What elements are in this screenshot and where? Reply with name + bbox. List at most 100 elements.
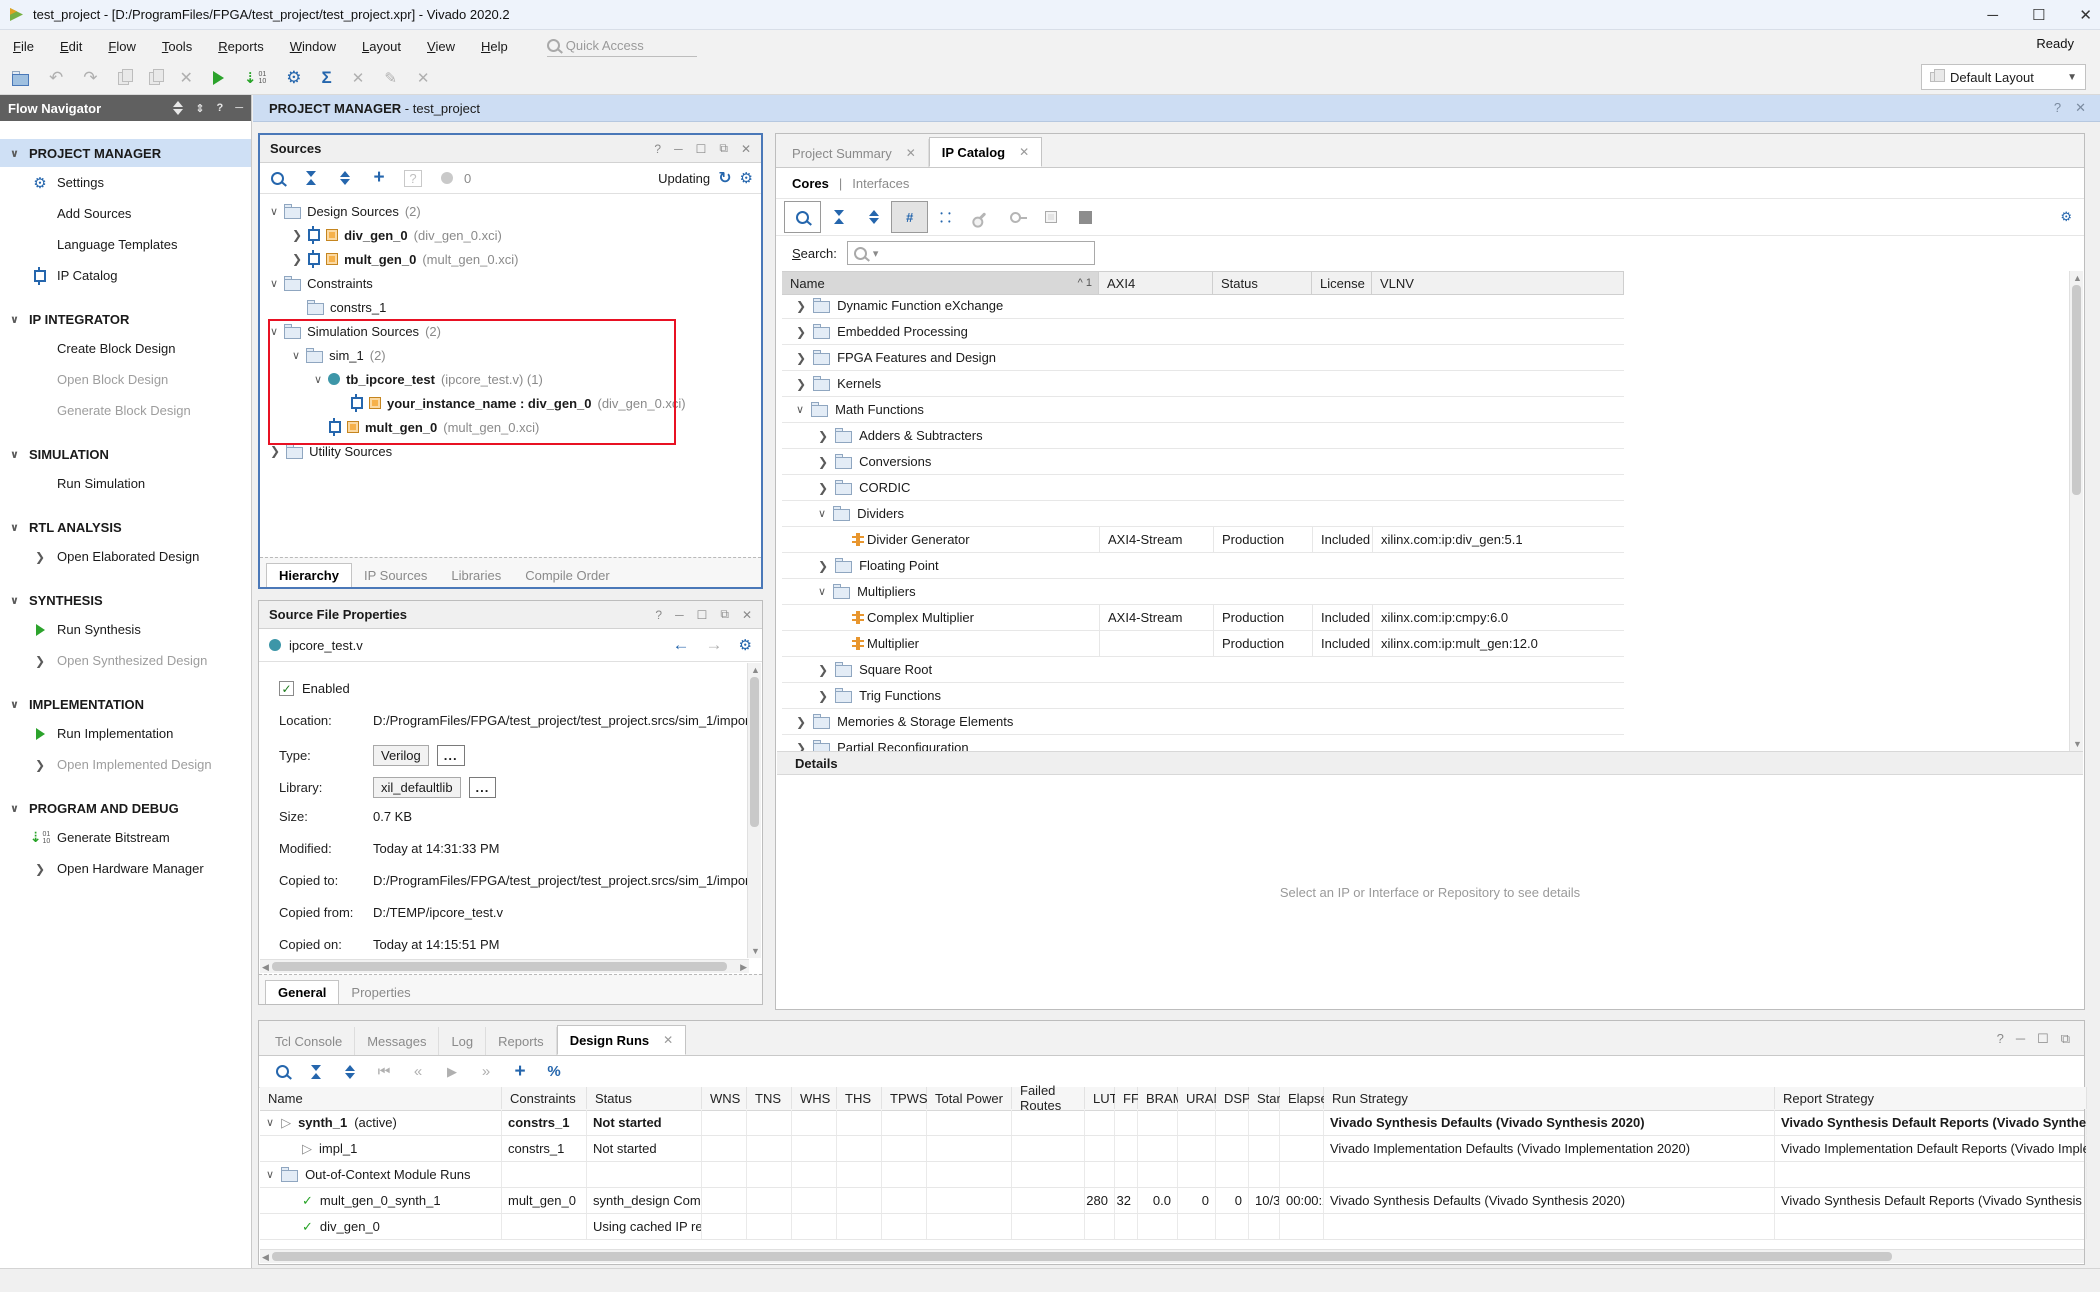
expand-all-icon[interactable] (856, 202, 891, 232)
property-value-box[interactable]: xil_defaultlib (373, 777, 461, 798)
run-row-mult-gen-0-synth-1[interactable]: ✓mult_gen_0_synth_1mult_gen_0synth_desig… (260, 1188, 2084, 1214)
tree-collapsed-icon[interactable]: ❯ (818, 481, 828, 495)
add-sources-icon[interactable]: + (362, 163, 396, 193)
help-icon[interactable]: ? (2054, 100, 2061, 116)
column-header-tpws[interactable]: TPWS (882, 1087, 927, 1109)
tree-expanded-icon[interactable]: ∨ (818, 507, 826, 520)
column-header-uram[interactable]: URAM (1178, 1087, 1216, 1109)
search-icon[interactable] (265, 1058, 299, 1086)
column-header-status[interactable]: Status (1213, 272, 1312, 294)
tab-project-summary[interactable]: Project Summary✕ (780, 139, 929, 167)
ip-row-complex-multiplier[interactable]: Complex MultiplierAXI4-StreamProductionI… (782, 605, 1624, 631)
sidebar-section-synthesis[interactable]: ∨SYNTHESIS (0, 586, 251, 614)
column-header-ff[interactable]: FF (1115, 1087, 1138, 1109)
column-header-ths[interactable]: THS (837, 1087, 882, 1109)
ip-row-kernels[interactable]: ❯Kernels (782, 371, 1624, 397)
sidebar-item-settings[interactable]: ⚙Settings (0, 167, 251, 198)
tree-collapsed-icon[interactable]: ❯ (818, 663, 828, 677)
tree-collapsed-icon[interactable]: ❯ (796, 351, 806, 365)
tree-collapsed-icon[interactable]: ❯ (818, 455, 828, 469)
close-button[interactable]: ✕ (2079, 6, 2092, 24)
column-header-lut[interactable]: LUT (1085, 1087, 1115, 1109)
run-icon[interactable] (213, 71, 224, 85)
filter-icon[interactable]: # (891, 201, 928, 233)
tab-ip-sources[interactable]: IP Sources (352, 564, 439, 587)
more-button[interactable]: ... (437, 745, 465, 766)
column-header-vlnv[interactable]: VLNV (1372, 272, 1624, 294)
tree-collapsed-icon[interactable]: ❯ (796, 299, 806, 313)
column-header-run_strategy[interactable]: Run Strategy (1324, 1087, 1775, 1109)
column-header-wns[interactable]: WNS (702, 1087, 747, 1109)
minimize-panel-icon[interactable]: ─ (235, 102, 243, 114)
help-icon[interactable]: ? (655, 608, 662, 622)
column-header-license[interactable]: License (1312, 272, 1372, 294)
tree-collapsed-icon[interactable]: ❯ (270, 444, 280, 458)
column-header-dsp[interactable]: DSP (1216, 1087, 1249, 1109)
sources-title-bar[interactable]: Sources ? ─ ☐ ⧉ ✕ (260, 135, 761, 163)
ip-search-input[interactable]: ▾ (847, 241, 1095, 265)
sidebar-item-ip-catalog[interactable]: IP Catalog (0, 260, 251, 291)
tab-ip-catalog[interactable]: IP Catalog✕ (929, 137, 1042, 167)
group-by-hierarchy-icon[interactable]: ⸬ (928, 202, 963, 232)
ip-row-adders-subtracters[interactable]: ❯Adders & Subtracters (782, 423, 1624, 449)
ip-row-dividers[interactable]: ∨Dividers (782, 501, 1624, 527)
create-run-icon[interactable]: + (503, 1058, 537, 1086)
tree-item-tb-ipcore-test[interactable]: ∨tb_ipcore_test (ipcore_test.v) (1) (262, 367, 747, 391)
ip-row-cordic[interactable]: ❯CORDIC (782, 475, 1624, 501)
more-button[interactable]: ... (469, 777, 497, 798)
tree-item-constrs-1[interactable]: constrs_1 (262, 295, 747, 319)
menu-file[interactable]: File (0, 30, 47, 62)
sidebar-section-ip-integrator[interactable]: ∨IP INTEGRATOR (0, 305, 251, 333)
close-panel-icon[interactable]: ✕ (742, 608, 752, 622)
column-header-whs[interactable]: WHS (792, 1087, 837, 1109)
help-icon[interactable]: ? (654, 142, 661, 156)
tree-item-constraints[interactable]: ∨Constraints (262, 271, 747, 295)
quick-access-input[interactable]: Quick Access (547, 36, 697, 57)
tree-collapsed-icon[interactable]: ❯ (818, 559, 828, 573)
tree-expanded-icon[interactable]: ∨ (266, 1168, 274, 1181)
report-sigma-icon[interactable]: Σ (322, 68, 332, 88)
sidebar-item-run-simulation[interactable]: Run Simulation (0, 468, 251, 499)
expand-icon[interactable]: ⇕ (195, 102, 204, 115)
collapse-all-icon[interactable] (299, 1058, 333, 1086)
column-header-total_power[interactable]: Total Power (927, 1087, 1012, 1109)
sidebar-section-simulation[interactable]: ∨SIMULATION (0, 440, 251, 468)
close-tab-icon[interactable]: ✕ (906, 146, 916, 160)
gear-icon[interactable]: ⚙ (739, 636, 752, 654)
minimize-button[interactable]: ─ (1987, 7, 1998, 24)
ip-row-dynamic-function-exchange[interactable]: ❯Dynamic Function eXchange (782, 293, 1624, 319)
tree-collapsed-icon[interactable]: ❯ (292, 252, 302, 266)
tab-reports[interactable]: Reports (486, 1027, 557, 1055)
tree-expanded-icon[interactable]: ∨ (796, 403, 804, 416)
column-header-failed_routes[interactable]: Failed Routes (1012, 1087, 1085, 1109)
subtab-interfaces[interactable]: Interfaces (852, 176, 909, 191)
menu-tools[interactable]: Tools (149, 30, 205, 62)
ip-row-square-root[interactable]: ❯Square Root (782, 657, 1624, 683)
ip-row-fpga-features-and-design[interactable]: ❯FPGA Features and Design (782, 345, 1624, 371)
property-value-box[interactable]: Verilog (373, 745, 429, 766)
menu-edit[interactable]: Edit (47, 30, 95, 62)
maximize-button[interactable]: ☐ (2032, 6, 2045, 24)
float-panel-icon[interactable]: ⧉ (719, 141, 728, 156)
sidebar-item-run-implementation[interactable]: Run Implementation (0, 718, 251, 749)
tree-item-design-sources[interactable]: ∨Design Sources (2) (262, 199, 747, 223)
float-panel-icon[interactable]: ⧉ (2061, 1031, 2070, 1047)
column-header-report_strategy[interactable]: Report Strategy (1775, 1087, 2087, 1109)
tree-item-mult-gen-0[interactable]: mult_gen_0 (mult_gen_0.xci) (262, 415, 747, 439)
gear-icon[interactable]: ⚙ (2060, 209, 2072, 225)
tab-general[interactable]: General (265, 980, 339, 1004)
ip-row-memories-storage-elements[interactable]: ❯Memories & Storage Elements (782, 709, 1624, 735)
float-panel-icon[interactable]: ⧉ (720, 607, 729, 622)
sidebar-item-generate-bitstream[interactable]: ⇣0110Generate Bitstream (0, 822, 251, 853)
menu-window[interactable]: Window (277, 30, 349, 62)
search-icon[interactable] (784, 201, 821, 233)
sidebar-section-implementation[interactable]: ∨IMPLEMENTATION (0, 690, 251, 718)
tree-collapsed-icon[interactable]: ❯ (796, 377, 806, 391)
refresh-icon[interactable]: ↻ (718, 168, 731, 188)
properties-title-bar[interactable]: Source File Properties ? ─ ☐ ⧉ ✕ (259, 601, 762, 629)
sidebar-item-language-templates[interactable]: Language Templates (0, 229, 251, 260)
open-project-icon[interactable] (12, 71, 29, 86)
tab-messages[interactable]: Messages (355, 1027, 439, 1055)
menu-help[interactable]: Help (468, 30, 521, 62)
horizontal-scrollbar[interactable]: ◀ (260, 1249, 2084, 1263)
